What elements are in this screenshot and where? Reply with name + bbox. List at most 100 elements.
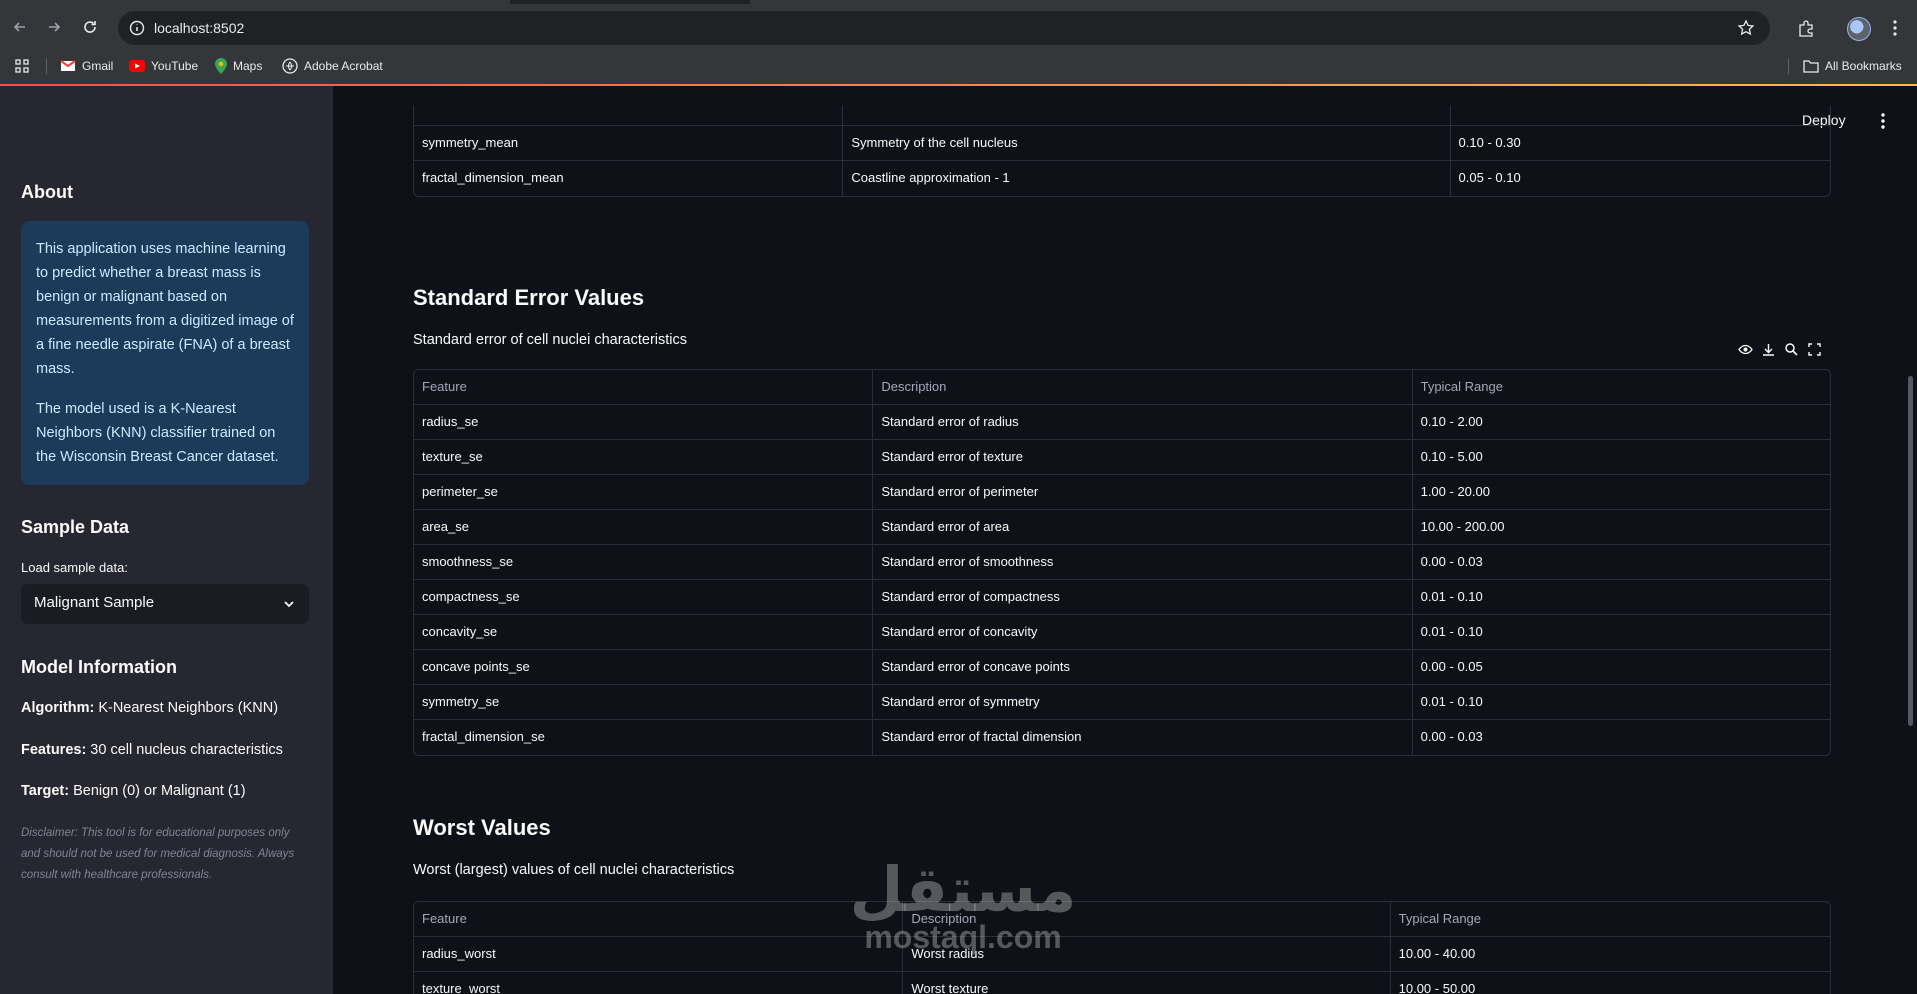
algorithm-value: K-Nearest Neighbors (KNN) <box>94 700 279 716</box>
search-icon[interactable] <box>1784 342 1799 357</box>
watermark-logo: مستقل mostaql.com <box>843 859 1083 955</box>
table-cell[interactable]: texture_worst <box>414 972 904 994</box>
table-row: texture_se Standard error of texture 0.10 … <box>414 440 1830 475</box>
table-row: symmetry_mean Symmetry of the cell nucleu… <box>414 126 1830 161</box>
apps-grid-icon[interactable] <box>14 56 30 76</box>
table-cell[interactable]: 0.10 - 2.00 <box>1413 405 1830 440</box>
main-content: Deploy symmetry_mean Symmetry of the cell… <box>333 86 1917 994</box>
table-cell[interactable]: Standard error of perimeter <box>873 475 1413 510</box>
back-button[interactable] <box>6 13 34 41</box>
extensions-icon[interactable] <box>1795 17 1817 39</box>
address-bar[interactable]: localhost:8502 <box>118 11 1770 45</box>
target-line: Target: Benign (0) or Malignant (1) <box>21 783 246 799</box>
features-line: Features: 30 cell nucleus characteristic… <box>21 742 283 758</box>
table-cell[interactable]: Standard error of area <box>873 510 1413 545</box>
table-cell[interactable]: 10.00 - 200.00 <box>1413 510 1830 545</box>
sample-data-heading: Sample Data <box>21 517 130 537</box>
about-heading: About <box>21 182 73 202</box>
visibility-eye-icon[interactable] <box>1738 342 1753 357</box>
model-info-heading: Model Information <box>21 657 177 677</box>
bookmark-maps[interactable]: Maps <box>215 56 262 76</box>
disclaimer-text: Disclaimer: This tool is for educational… <box>21 827 295 881</box>
forward-button[interactable] <box>40 13 68 41</box>
table-cell[interactable]: texture_se <box>414 440 874 475</box>
table-cell[interactable]: Standard error of texture <box>873 440 1413 475</box>
column-header[interactable]: Typical Range <box>1391 902 1830 937</box>
table-cell[interactable]: symmetry_mean <box>414 126 844 161</box>
table-cell[interactable]: 0.10 - 0.30 <box>1451 126 1830 161</box>
reload-icon <box>84 21 96 33</box>
table-cell[interactable]: fractal_dimension_mean <box>414 161 844 196</box>
features-key: Features: <box>21 742 87 758</box>
table-cell[interactable]: fractal_dimension_se <box>414 720 874 755</box>
table-cell[interactable]: 10.00 - 50.00 <box>1391 972 1830 994</box>
table-cell[interactable]: 0.00 - 0.05 <box>1413 650 1830 685</box>
table-cell[interactable]: 10.00 - 40.00 <box>1391 937 1830 972</box>
table-row <box>414 106 1830 126</box>
browser-menu-icon[interactable] <box>1884 17 1906 39</box>
table-cell[interactable]: area_se <box>414 510 874 545</box>
app-menu-icon[interactable] <box>1875 112 1891 130</box>
about-paragraph-1: This application uses machine learning t… <box>36 241 294 377</box>
bookmark-label: Maps <box>233 59 263 73</box>
algorithm-line: Algorithm: K-Nearest Neighbors (KNN) <box>21 700 278 716</box>
table-row: symmetry_se Standard error of symmetry 0.0… <box>414 685 1830 720</box>
se-section-subtitle: Standard error of cell nuclei characteri… <box>413 332 688 348</box>
table-cell[interactable]: 0.00 - 0.03 <box>1413 545 1830 580</box>
table-cell[interactable]: compactness_se <box>414 580 874 615</box>
table-cell[interactable]: Standard error of concavity <box>873 615 1413 650</box>
table-cell[interactable]: 0.00 - 0.03 <box>1413 720 1830 755</box>
table-cell[interactable]: smoothness_se <box>414 545 874 580</box>
table-cell[interactable]: Standard error of smoothness <box>873 545 1413 580</box>
column-header[interactable]: Typical Range <box>1413 370 1830 405</box>
main-scrollbar[interactable] <box>1908 376 1913 726</box>
table-cell[interactable]: 0.05 - 0.10 <box>1451 161 1830 196</box>
table-cell[interactable]: 0.01 - 0.10 <box>1413 580 1830 615</box>
table-cell[interactable]: Standard error of radius <box>873 405 1413 440</box>
table-cell[interactable]: 1.00 - 20.00 <box>1413 475 1830 510</box>
sidebar: About This application uses machine lear… <box>0 86 333 994</box>
bookmark-acrobat[interactable]: Adobe Acrobat <box>282 56 383 76</box>
table-cell[interactable]: 0.01 - 0.10 <box>1413 615 1830 650</box>
back-arrow-icon <box>13 22 25 32</box>
table-cell[interactable]: 0.01 - 0.10 <box>1413 685 1830 720</box>
table-cell[interactable]: symmetry_se <box>414 685 874 720</box>
table-cell[interactable]: 0.10 - 5.00 <box>1413 440 1830 475</box>
column-header[interactable]: Description <box>873 370 1413 405</box>
sample-data-select[interactable]: Malignant Sample <box>21 584 309 624</box>
table-cell[interactable]: Standard error of compactness <box>873 580 1413 615</box>
table-cell[interactable]: Standard error of fractal dimension <box>873 720 1413 755</box>
mean-values-table: symmetry_mean Symmetry of the cell nucleu… <box>413 106 1831 197</box>
target-key: Target: <box>21 783 70 799</box>
table-cell[interactable]: Symmetry of the cell nucleus <box>843 126 1451 161</box>
column-header[interactable]: Feature <box>414 902 904 937</box>
table-row: smoothness_se Standard error of smoothnes… <box>414 545 1830 580</box>
bookmark-gmail[interactable]: Gmail <box>60 56 113 76</box>
reload-button[interactable] <box>76 13 104 41</box>
column-header[interactable]: Feature <box>414 370 874 405</box>
table-cell[interactable]: Coastline approximation - 1 <box>843 161 1451 196</box>
profile-avatar[interactable] <box>1847 17 1871 41</box>
standard-error-table: Feature Description Typical Range radius_se… <box>413 369 1831 756</box>
forward-arrow-icon <box>49 22 61 32</box>
table-cell[interactable]: Standard error of concave points <box>873 650 1413 685</box>
bookmarks-bar: Gmail YouTube Maps Adobe Acrobat All Boo… <box>0 48 1917 84</box>
fullscreen-icon[interactable] <box>1807 342 1822 357</box>
table-cell[interactable]: Standard error of symmetry <box>873 685 1413 720</box>
table-cell[interactable]: radius_worst <box>414 937 904 972</box>
table-cell[interactable]: concavity_se <box>414 615 874 650</box>
table-row: perimeter_se Standard error of perimeter 1… <box>414 475 1830 510</box>
folder-icon <box>1803 60 1819 73</box>
table-row: radius_worst Worst radius 10.00 - 40.00 <box>414 937 1830 972</box>
bookmark-youtube[interactable]: YouTube <box>129 56 198 76</box>
table-cell[interactable]: Worst texture <box>903 972 1391 994</box>
all-bookmarks-button[interactable]: All Bookmarks <box>1803 56 1902 76</box>
download-icon[interactable] <box>1761 342 1776 357</box>
table-cell[interactable]: radius_se <box>414 405 874 440</box>
gmail-icon <box>60 60 76 71</box>
table-cell[interactable]: concave points_se <box>414 650 874 685</box>
bookmark-star-icon[interactable] <box>1736 18 1756 38</box>
table-cell[interactable]: perimeter_se <box>414 475 874 510</box>
all-bookmarks-label: All Bookmarks <box>1825 59 1902 73</box>
site-info-icon[interactable] <box>128 19 146 37</box>
